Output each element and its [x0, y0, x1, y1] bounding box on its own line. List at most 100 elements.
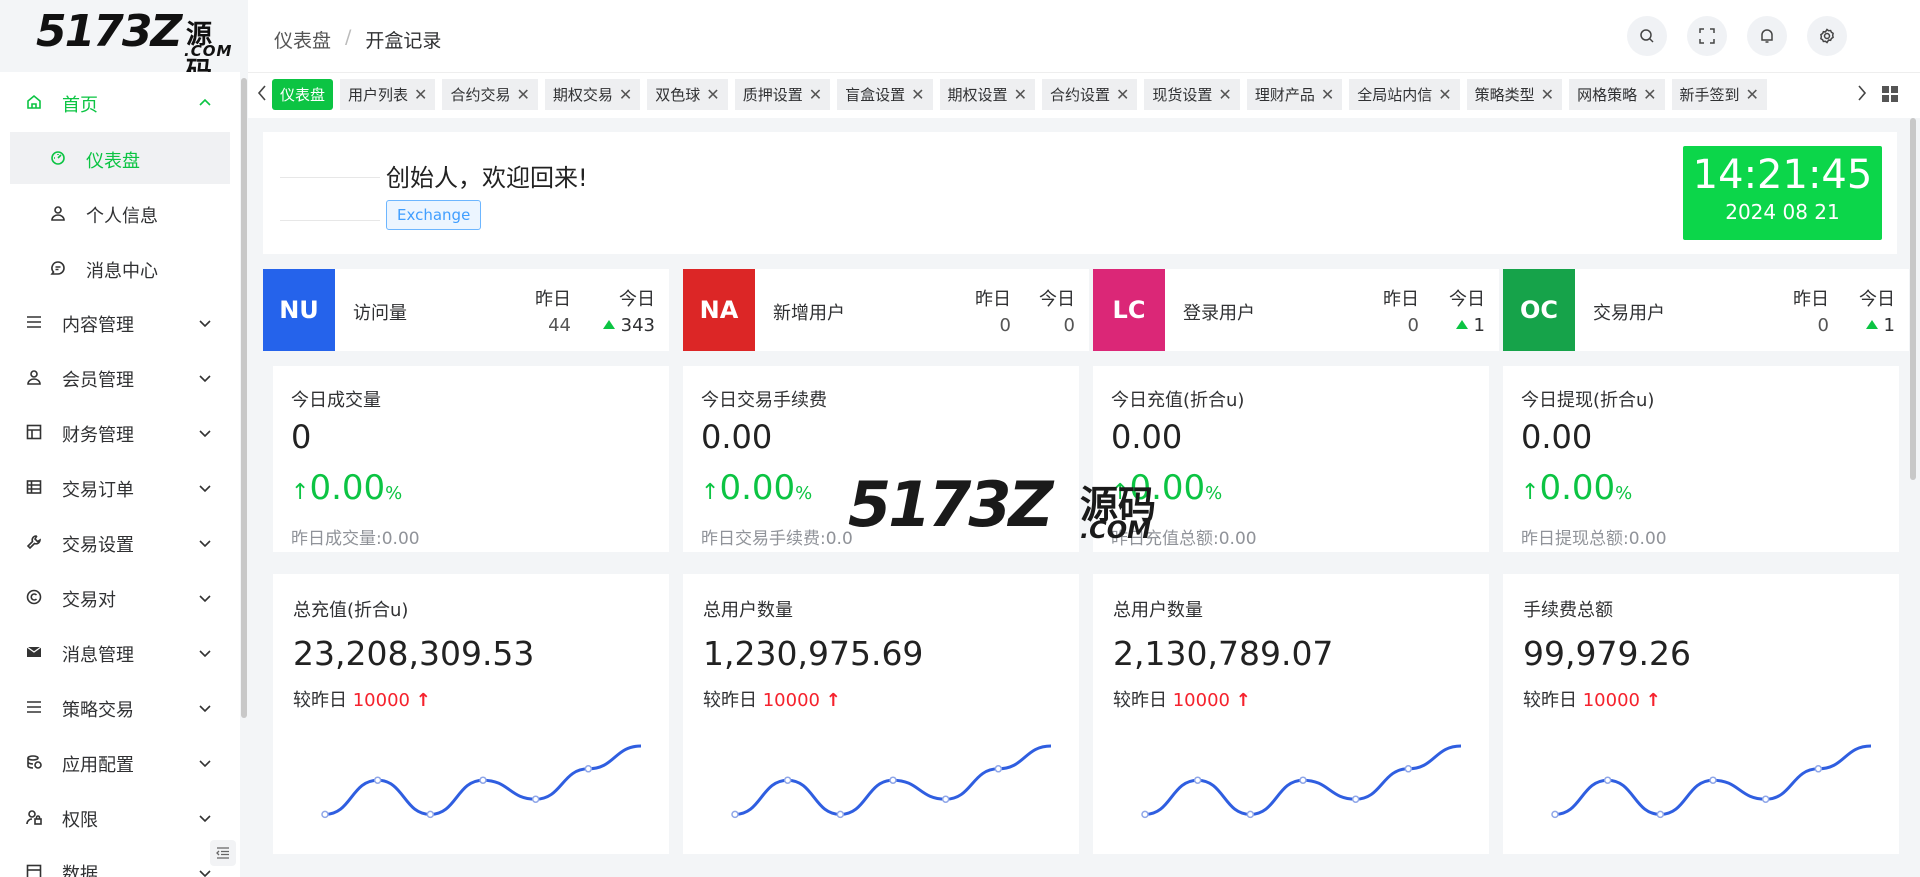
stat-col-label: 今日 — [1039, 289, 1075, 310]
close-icon[interactable]: ✕ — [1746, 85, 1759, 104]
sidebar-item-finance[interactable]: 财务管理 — [0, 406, 240, 461]
sidebar-item-profile[interactable]: 个人信息 — [10, 187, 230, 239]
total-value: 99,979.26 — [1523, 634, 1691, 673]
sparkline-point — [1141, 810, 1149, 819]
tab-label: 新手签到 — [1679, 86, 1740, 104]
data-icon — [26, 864, 42, 877]
total-card-users-2: 总用户数量 2,130,789.07 较昨日 10000 ↑ — [1093, 574, 1489, 854]
tab-spot-settings[interactable]: 现货设置 ✕ — [1144, 79, 1240, 110]
tab-contract-settings[interactable]: 合约设置 ✕ — [1041, 79, 1138, 110]
sidebar-item-permissions[interactable]: 权限 — [0, 791, 240, 846]
close-icon[interactable]: ✕ — [706, 85, 719, 104]
today-value: 0.00 — [1521, 418, 1593, 456]
coin-icon — [27, 755, 42, 769]
clock-panel: 14:21:45 2024 08 21 — [1683, 146, 1882, 240]
close-icon[interactable]: ✕ — [809, 85, 822, 104]
stat-yesterday-value: 0 — [1817, 315, 1829, 336]
sidebar-item-message-mgmt[interactable]: 消息管理 — [0, 626, 240, 681]
close-icon[interactable]: ✕ — [516, 85, 529, 104]
user-icon — [27, 370, 41, 385]
sidebar-scrollbar[interactable] — [241, 78, 247, 718]
sparkline-chart — [731, 744, 1052, 819]
main-scrollbar[interactable] — [1910, 118, 1916, 480]
tab-lottery[interactable]: 双色球 ✕ — [647, 79, 728, 110]
chevron-left-icon[interactable] — [256, 84, 268, 102]
pct-unit: % — [795, 483, 813, 504]
tab-newbie-signin[interactable]: 新手签到 ✕ — [1671, 79, 1767, 110]
total-label: 手续费总额 — [1523, 600, 1613, 621]
tab-staking-settings[interactable]: 质押设置 ✕ — [734, 79, 831, 110]
grid-icon[interactable] — [1882, 86, 1898, 102]
sidebar-item-trade-settings[interactable]: 交易设置 — [0, 516, 240, 571]
close-icon[interactable]: ✕ — [619, 85, 632, 104]
today-label: 今日成交量 — [291, 390, 381, 411]
stat-yesterday: 昨日 0 — [975, 285, 1011, 336]
gear-icon — [1820, 28, 1834, 44]
close-icon[interactable]: ✕ — [1541, 85, 1554, 104]
close-icon[interactable]: ✕ — [1014, 85, 1027, 104]
tab-grid-strategy[interactable]: 网格策略 ✕ — [1569, 79, 1665, 110]
close-icon[interactable]: ✕ — [1438, 85, 1451, 104]
tab-blindbox-settings[interactable]: 盲盒设置 ✕ — [837, 79, 933, 110]
chevron-right-icon[interactable] — [1856, 84, 1868, 102]
chat-icon — [50, 261, 65, 275]
close-icon[interactable]: ✕ — [1643, 85, 1656, 104]
sidebar-item-home[interactable]: 首页 — [0, 76, 240, 131]
sparkline-point — [1404, 765, 1413, 773]
sidebar-item-orders[interactable]: 交易订单 — [0, 461, 240, 516]
person-icon — [51, 206, 65, 221]
stat-today-value: 1 — [1883, 315, 1895, 336]
sidebar-item-members[interactable]: 会员管理 — [0, 351, 240, 406]
sidebar-item-content[interactable]: 内容管理 — [0, 296, 240, 351]
fullscreen-button[interactable] — [1687, 16, 1727, 56]
stat-card-new-users: NA 新增用户 昨日 0 今日 0 — [683, 269, 1089, 351]
chevron-down-icon — [199, 485, 211, 493]
today-value: 0 — [291, 418, 312, 456]
pct-unit: % — [1615, 483, 1633, 504]
triangle-up-icon — [602, 320, 615, 329]
sidebar-item-messages[interactable]: 消息中心 — [10, 242, 230, 294]
stat-card-trade-users: OC 交易用户 昨日 0 今日 1 — [1503, 269, 1909, 351]
settings-button[interactable] — [1807, 16, 1847, 56]
notification-button[interactable] — [1747, 16, 1787, 56]
compare-label: 较昨日 — [1523, 690, 1577, 711]
total-value: 23,208,309.53 — [293, 634, 535, 673]
close-icon[interactable]: ✕ — [1321, 85, 1334, 104]
stat-today-row: 1 — [1859, 315, 1895, 336]
breadcrumb-item-dashboard[interactable]: 仪表盘 — [274, 26, 331, 53]
sidebar-item-strategy[interactable]: 策略交易 — [0, 681, 240, 736]
today-value: 0.00 — [701, 418, 773, 456]
chevron-down-icon — [199, 705, 211, 713]
tab-dashboard[interactable]: 仪表盘 — [272, 79, 334, 110]
tab-label: 现货设置 — [1152, 86, 1213, 104]
compare-label: 较昨日 — [1113, 690, 1167, 711]
sparkline-point — [321, 810, 329, 819]
sidebar-item-data[interactable]: 数据 — [0, 846, 240, 877]
fullscreen-icon — [1699, 28, 1715, 44]
close-icon[interactable]: ✕ — [414, 85, 427, 104]
close-icon[interactable]: ✕ — [1116, 85, 1129, 104]
tab-option-trade[interactable]: 期权交易 ✕ — [544, 79, 641, 110]
sparkline-point — [1656, 810, 1665, 819]
stat-col-label: 昨日 — [975, 289, 1011, 310]
close-icon[interactable]: ✕ — [911, 85, 924, 104]
user-lock-icon — [26, 810, 42, 825]
sidebar-collapse-button[interactable] — [210, 840, 236, 866]
close-icon[interactable]: ✕ — [1218, 85, 1231, 104]
tab-label: 双色球 — [655, 86, 701, 104]
tab-wealth-products[interactable]: 理财产品 ✕ — [1246, 79, 1343, 110]
sidebar-item-dashboard[interactable]: 仪表盘 — [10, 132, 230, 184]
arrow-up-icon: ↑ — [415, 690, 431, 711]
tab-option-settings[interactable]: 期权设置 ✕ — [939, 79, 1035, 110]
stat-yesterday-value: 0 — [999, 315, 1011, 336]
tab-user-list[interactable]: 用户列表 ✕ — [340, 79, 436, 110]
logo: 5173Z 源码 .COM — [36, 6, 236, 87]
chevron-down-icon — [199, 760, 211, 768]
tab-site-messages[interactable]: 全局站内信 ✕ — [1349, 79, 1460, 110]
search-button[interactable] — [1627, 16, 1667, 56]
stat-card-visits: NU 访问量 昨日 44 今日 343 — [263, 269, 669, 351]
tab-contract-trade[interactable]: 合约交易 ✕ — [442, 79, 538, 110]
tab-strategy-types[interactable]: 策略类型 ✕ — [1466, 79, 1563, 110]
sidebar-item-trading-pairs[interactable]: 交易对 — [0, 571, 240, 626]
sidebar-item-app-config[interactable]: 应用配置 — [0, 736, 240, 791]
